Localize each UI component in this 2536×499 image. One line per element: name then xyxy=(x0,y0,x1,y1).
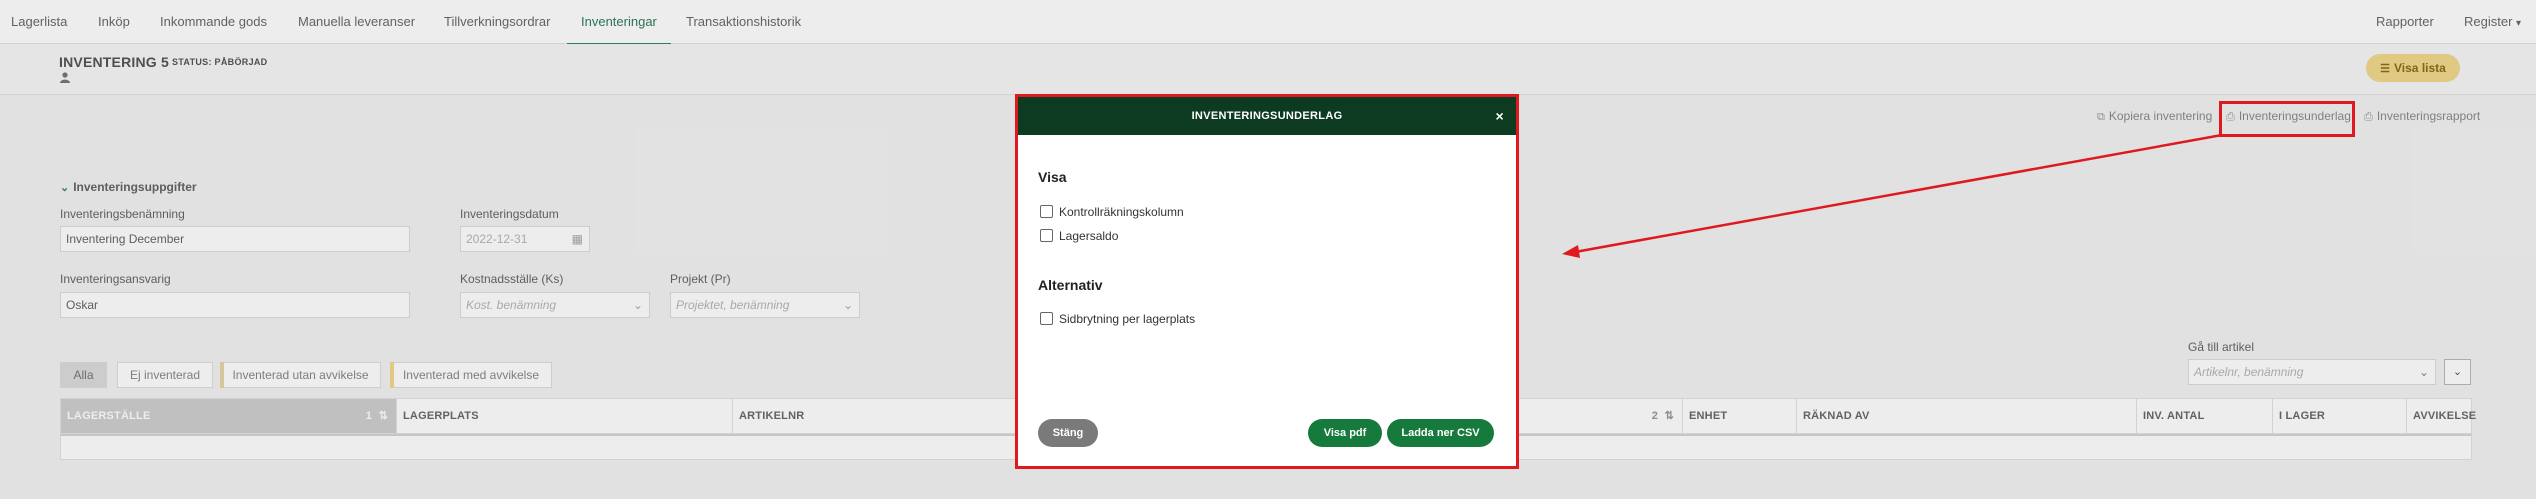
control-count-checkbox[interactable]: Kontrollräkningskolumn xyxy=(1040,205,1184,219)
checkbox[interactable] xyxy=(1040,205,1053,218)
checkbox[interactable] xyxy=(1040,229,1053,242)
show-pdf-button[interactable]: Visa pdf xyxy=(1308,419,1382,447)
page-break-checkbox[interactable]: Sidbrytning per lagerplats xyxy=(1040,312,1195,326)
checkbox-label: Sidbrytning per lagerplats xyxy=(1059,312,1196,326)
modal-title: INVENTERINGSUNDERLAG xyxy=(1191,110,1343,122)
checkbox-label: Kontrollräkningskolumn xyxy=(1059,205,1184,219)
checkbox-label: Lagersaldo xyxy=(1059,229,1119,243)
close-icon[interactable]: × xyxy=(1496,97,1504,135)
download-csv-button[interactable]: Ladda ner CSV xyxy=(1387,419,1494,447)
highlight-box xyxy=(2219,101,2355,137)
inventory-basis-modal: INVENTERINGSUNDERLAG × Visa Kontrollräkn… xyxy=(1015,94,1519,469)
visa-heading: Visa xyxy=(1038,169,1067,185)
alternativ-heading: Alternativ xyxy=(1038,277,1103,293)
modal-header: INVENTERINGSUNDERLAG × xyxy=(1018,97,1516,135)
stock-balance-checkbox[interactable]: Lagersaldo xyxy=(1040,229,1118,243)
close-button[interactable]: Stäng xyxy=(1038,419,1098,447)
checkbox[interactable] xyxy=(1040,312,1053,325)
